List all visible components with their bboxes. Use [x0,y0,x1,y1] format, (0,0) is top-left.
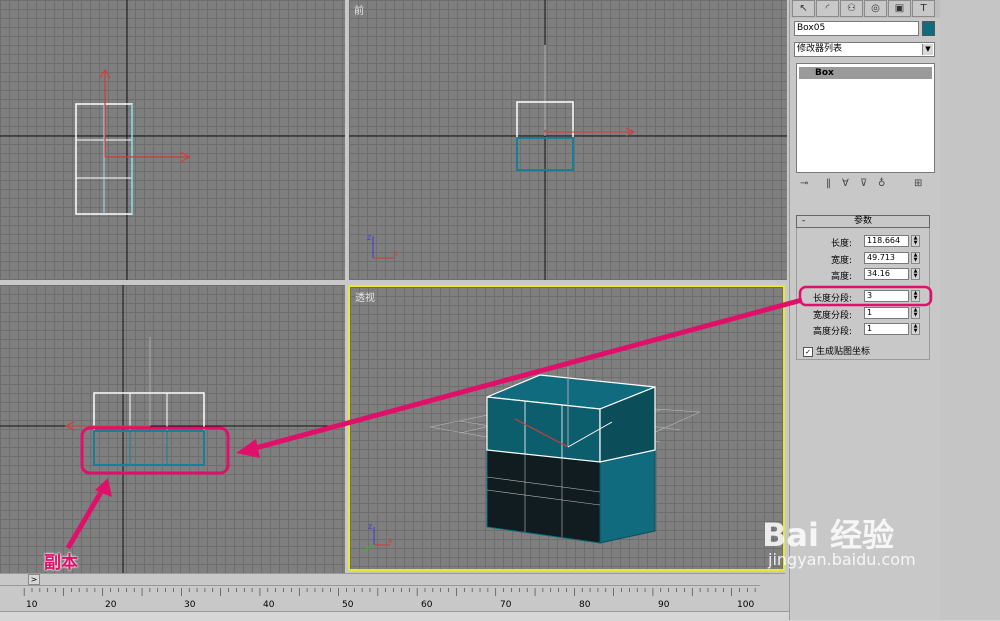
ruler-tick-label: 100 [737,600,755,610]
configure-sets-icon[interactable]: ♁ [878,177,885,191]
watermark-url: jingyan.baidu.com [768,550,916,569]
svg-text:z: z [368,522,372,531]
viewport-front-scene: z x [349,0,787,280]
panel-scroll-strip [940,0,1000,620]
width-spinner[interactable]: ▲ ▼ [911,252,920,264]
ruler-tick-label: 50 [342,600,354,610]
ruler-tick-label: 80 [579,600,591,610]
viewport-label: 前 [354,6,364,17]
length-label: 长度: [830,239,852,249]
time-slider-arrow-icon[interactable]: > [28,574,40,585]
param-row-width: 宽度: 49.713 ▲ ▼ [797,252,931,266]
select-arrow-icon[interactable]: ↖ [792,0,815,17]
axis-tripod-icon: z x [362,522,393,552]
ruler-tick-label: 60 [421,600,433,610]
copy-annotation-label: 副本 [44,553,78,573]
width-label: 宽度: [830,256,852,266]
param-row-length-segs: 长度分段: 3 ▲ ▼ [797,290,931,304]
gen-mapping-label: 生成贴图坐标 [816,347,871,357]
width-segs-field[interactable]: 1 [864,307,909,319]
viewport-bottom-left-scene [0,285,345,573]
ruler-tick-label: 10 [26,600,38,610]
height-segs-spinner[interactable]: ▲ ▼ [911,323,920,335]
configure-modifier-sets-icon[interactable]: ⊞ [914,177,922,191]
height-field[interactable]: 34.16 [864,268,909,280]
baidu-watermark: Bai 经验 jingyan.baidu.com [762,510,916,569]
display-icon[interactable]: ▣ [888,0,911,17]
modify-curve-icon[interactable]: ◜ [816,0,839,17]
param-row-width-segs: 宽度分段: 1 ▲ ▼ [797,307,931,321]
ruler-tick-label: 40 [263,600,275,610]
svg-text:x: x [393,249,398,258]
modifier-list-label: 修改器列表 [797,44,843,54]
watermark-logo: Bai 经验 [762,516,895,554]
viewport-front[interactable]: z x 前 [349,0,787,280]
parameters-rollout-header[interactable]: - 参数 [796,215,930,228]
svg-text:x: x [388,536,393,545]
height-segs-label: 高度分段: [812,327,852,337]
chevron-down-icon: ▼ [922,44,933,55]
viewport-bottom-left[interactable] [0,285,345,573]
param-row-length: 长度: 118.664 ▲ ▼ [797,235,931,249]
height-segs-field[interactable]: 1 [864,323,909,335]
length-field[interactable]: 118.664 [864,235,909,247]
length-segs-label: 长度分段: [812,294,852,304]
ruler-tick-label: 30 [184,600,196,610]
ruler-tick-label: 90 [658,600,670,610]
axis-tripod-icon: z x [367,233,398,259]
modifier-stack[interactable]: Box [796,63,935,173]
width-segs-spinner[interactable]: ▲ ▼ [911,307,920,319]
utilities-icon[interactable]: T [912,0,935,17]
width-field[interactable]: 49.713 [864,252,909,264]
stack-toolbar: ⊸ ‖ ∀ ⊽ ♁ ⊞ [796,177,935,191]
object-color-swatch[interactable] [922,21,935,36]
param-row-height-segs: 高度分段: 1 ▲ ▼ [797,323,931,337]
length-segs-spinner[interactable]: ▲ ▼ [911,290,920,302]
gen-mapping-checkbox[interactable]: ✓ [803,346,813,357]
box-copy-lower [486,449,656,544]
width-segs-label: 宽度分段: [812,311,852,321]
length-spinner[interactable]: ▲ ▼ [911,235,920,247]
show-end-result-icon[interactable]: ‖ [826,177,831,191]
viewport-perspective[interactable]: z x 透视 [348,285,785,571]
param-row-height: 高度: 34.16 ▲ ▼ [797,268,931,282]
copy-highlight [80,426,230,475]
svg-text:z: z [367,233,371,242]
timeline-ruler[interactable]: 10 20 30 40 50 60 70 80 90 100 [0,585,760,612]
motion-icon[interactable]: ◎ [864,0,887,17]
ruler-tick-label: 70 [500,600,512,610]
pin-stack-icon[interactable]: ⊸ [800,177,808,191]
make-unique-icon[interactable]: ∀ [842,177,849,191]
stack-item-box[interactable]: Box [799,67,932,79]
viewport-perspective-scene: z x [362,367,701,552]
modifier-list-dropdown[interactable]: 修改器列表 ▼ [794,42,935,57]
hierarchy-icon[interactable]: ⚇ [840,0,863,17]
height-label: 高度: [830,272,852,282]
parameters-rollout: 长度: 118.664 ▲ ▼ 宽度: 49.713 ▲ ▼ 高度: 34.16 ▲… [796,228,930,360]
viewport-label: 透视 [355,293,375,304]
viewport-top-left[interactable] [0,0,345,280]
ruler-tick-label: 20 [105,600,117,610]
viewport-top-left-scene [0,0,345,280]
rollout-title: 参数 [853,216,872,226]
height-spinner[interactable]: ▲ ▼ [911,268,920,280]
object-name-field[interactable]: Box05 [794,21,919,36]
remove-modifier-icon[interactable]: ⊽ [860,177,867,191]
length-segs-field[interactable]: 3 [864,290,909,302]
box-original-upper [486,374,656,463]
panel-tabs: ↖ ◜ ⚇ ◎ ▣ T [790,0,941,18]
gen-mapping-option[interactable]: ✓ 生成贴图坐标 [803,344,870,357]
